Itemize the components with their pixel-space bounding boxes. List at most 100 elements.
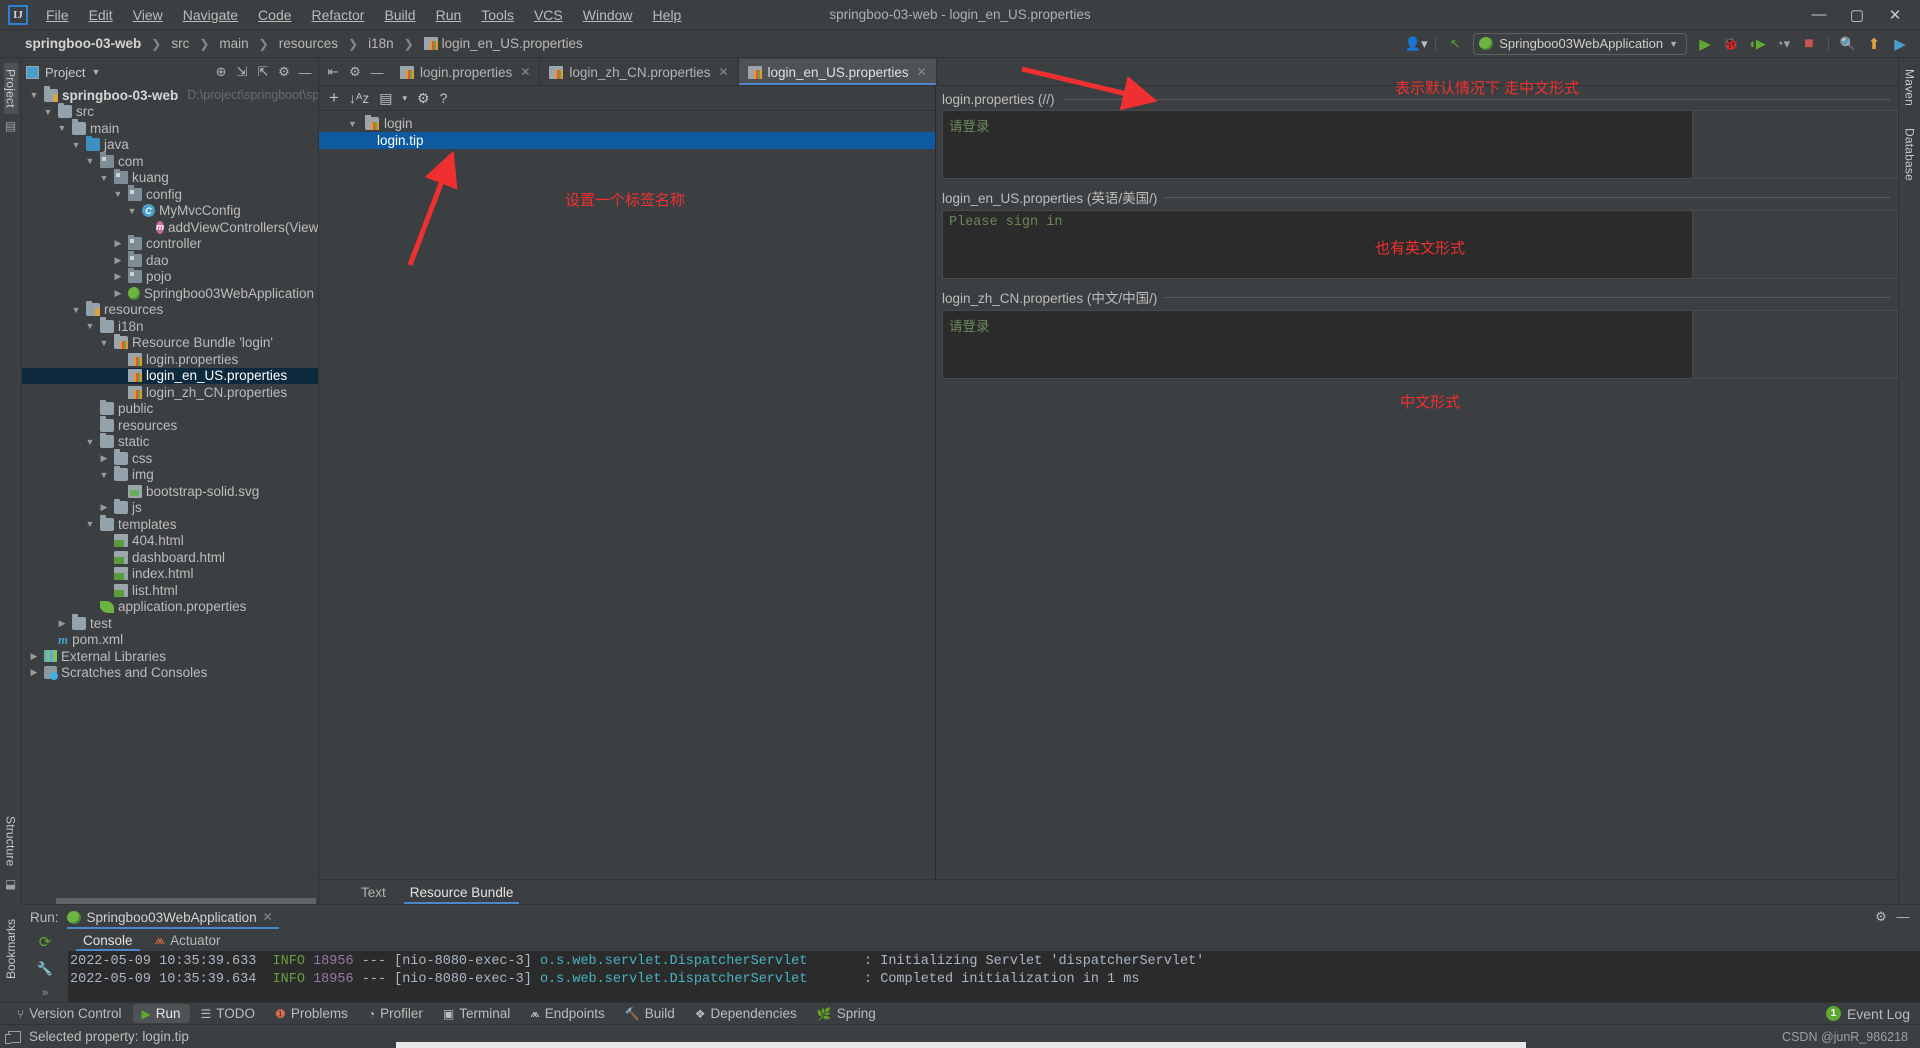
settings-icon[interactable]: ⚙ — [275, 64, 293, 80]
close-icon[interactable]: ✕ — [263, 910, 273, 924]
chevron-down-icon[interactable]: ▼ — [348, 119, 360, 129]
chevron-right-icon[interactable]: ▶ — [112, 255, 124, 266]
tree-row[interactable]: index.html — [22, 566, 318, 583]
chevron-down-icon[interactable]: ▼ — [126, 206, 138, 216]
settings-icon[interactable]: ⚙ — [345, 64, 365, 80]
tree-row[interactable]: list.html — [22, 582, 318, 599]
user-icon[interactable]: 👤▾ — [1404, 33, 1428, 55]
tree-row[interactable]: ▶ js — [22, 498, 318, 517]
minimize-button[interactable]: — — [1800, 1, 1838, 29]
tool-run[interactable]: ▶ Run — [132, 1004, 190, 1023]
tool-endpoints[interactable]: ⩕ Endpoints — [521, 1004, 614, 1023]
chevron-right-icon[interactable]: ▶ — [98, 502, 110, 513]
chevron-right-icon[interactable]: ▶ — [112, 288, 124, 299]
search-everywhere-icon[interactable]: 🔍 — [1836, 33, 1860, 55]
tool-version-control[interactable]: ⑂ Version Control — [8, 1004, 131, 1023]
tree-row[interactable]: ▼ static — [22, 432, 318, 451]
breadcrumb-item-resources[interactable]: resources — [276, 35, 341, 52]
chevron-down-icon[interactable]: ▼ — [91, 67, 100, 77]
bundle-tree-item-login-tip[interactable]: login.tip — [319, 132, 935, 149]
menu-view[interactable]: View — [123, 3, 173, 27]
chevron-down-icon[interactable]: ▼ — [70, 305, 82, 315]
bundle-key-tree[interactable]: ▼ login login.tip — [319, 111, 935, 149]
tree-row[interactable]: ▼ java — [22, 135, 318, 154]
chevron-down-icon[interactable]: ▼ — [84, 519, 96, 529]
tree-row[interactable]: ▶ test — [22, 614, 318, 632]
locale-value-box[interactable]: Please sign in — [942, 210, 1898, 279]
tree-row[interactable]: ▶ pojo — [22, 267, 318, 286]
sort-icon[interactable]: ↓ᴬz — [349, 90, 369, 106]
chevron-down-icon[interactable]: ▼ — [28, 90, 40, 100]
rail-bookmarks-button[interactable]: Bookmarks — [4, 919, 18, 979]
tree-row[interactable]: ▶ Scratches and Consoles — [22, 665, 318, 682]
tab-console[interactable]: Console — [72, 929, 144, 951]
tree-row[interactable]: ▼ main — [22, 119, 318, 137]
menu-vcs[interactable]: VCS — [524, 3, 573, 27]
close-icon[interactable]: ✕ — [520, 65, 530, 79]
collapse-icon[interactable]: ⇤ — [323, 64, 343, 80]
rail-maven-button[interactable]: Maven — [1903, 63, 1917, 112]
rail-structure-button[interactable]: Structure — [4, 810, 18, 873]
ide-assistant-icon[interactable]: ▶ — [1888, 33, 1912, 55]
tree-row[interactable]: ▼ kuang — [22, 168, 318, 187]
tree-row[interactable]: ▼ img — [22, 465, 318, 484]
menu-help[interactable]: Help — [643, 3, 692, 27]
tool-problems[interactable]: ❶ Problems — [266, 1004, 357, 1023]
add-property-icon[interactable]: + — [329, 88, 339, 108]
tool-profiler[interactable]: ◔ Profiler — [359, 1004, 432, 1023]
locale-value-text[interactable]: 请登录 — [943, 111, 1692, 178]
tool-todo[interactable]: ☰ TODO — [192, 1004, 265, 1023]
tool-build[interactable]: 🔨 Build — [616, 1004, 684, 1023]
tree-row[interactable]: ▼ src — [22, 102, 318, 121]
hide-icon[interactable]: — — [367, 65, 387, 80]
tree-row[interactable]: ▼ C MyMvcConfig — [22, 203, 318, 220]
close-icon[interactable]: ✕ — [718, 65, 728, 79]
rail-project-button[interactable]: Project — [3, 63, 18, 114]
tree-row[interactable]: login.properties — [22, 351, 318, 368]
chevron-right-icon[interactable]: » — [42, 987, 48, 999]
menu-navigate[interactable]: Navigate — [173, 3, 248, 27]
close-icon[interactable]: ✕ — [917, 65, 927, 79]
menu-run[interactable]: Run — [426, 3, 472, 27]
tree-row[interactable]: public — [22, 399, 318, 418]
chevron-down-icon[interactable]: ▼ — [56, 123, 68, 133]
chevron-down-icon[interactable]: ▼ — [98, 173, 110, 183]
tree-row[interactable]: login_zh_CN.properties — [22, 384, 318, 401]
tree-row[interactable]: ▶ controller — [22, 234, 318, 253]
close-button[interactable]: ✕ — [1876, 1, 1914, 29]
locate-icon[interactable]: ⊕ — [212, 64, 230, 80]
tree-row[interactable]: maddViewControllers(ViewContro — [22, 219, 318, 236]
tree-row[interactable]: ▶ dao — [22, 251, 318, 269]
settings-icon[interactable]: ⚙ — [1872, 909, 1890, 925]
locale-value-text[interactable]: 请登录 — [943, 311, 1692, 378]
tree-row[interactable]: dashboard.html — [22, 549, 318, 566]
breadcrumb-item-src[interactable]: src — [168, 35, 192, 52]
locale-value-text[interactable]: Please sign in — [943, 211, 1692, 278]
menu-window[interactable]: Window — [573, 3, 643, 27]
tree-row[interactable]: login_en_US.properties — [22, 367, 318, 384]
tree-row[interactable]: ▼ springboo-03-web D:\project\springboot\s… — [22, 86, 318, 104]
stop-icon[interactable]: ■ — [1797, 33, 1821, 55]
hide-icon[interactable]: — — [296, 65, 314, 80]
tab-login-properties[interactable]: login.properties ✕ — [391, 59, 541, 85]
tab-login-zh-cn-properties[interactable]: login_zh_CN.properties ✕ — [540, 59, 739, 85]
run-icon[interactable]: ▶ — [1693, 33, 1717, 55]
tool-terminal[interactable]: ▣ Terminal — [434, 1004, 519, 1023]
rail-database-button[interactable]: Database — [1903, 122, 1917, 187]
notifications-icon[interactable]: ⬆ — [1862, 33, 1886, 55]
tree-row[interactable]: ▼ templates — [22, 515, 318, 533]
tool-dependencies[interactable]: ❖ Dependencies — [686, 1004, 806, 1023]
debug-icon[interactable]: 🐞 — [1719, 33, 1743, 55]
tree-row[interactable]: resources — [22, 416, 318, 434]
tree-row[interactable]: application.properties — [22, 599, 318, 616]
breadcrumb-item-i18n[interactable]: i18n — [365, 35, 397, 52]
menu-build[interactable]: Build — [374, 3, 425, 27]
chevron-down-icon[interactable]: ▼ — [84, 156, 96, 166]
settings-icon[interactable]: ⚙ — [417, 90, 430, 107]
tree-row[interactable]: ▼ i18n — [22, 317, 318, 335]
chevron-right-icon[interactable]: ▶ — [28, 667, 40, 678]
run-configuration-selector[interactable]: Springboo03WebApplication ▼ — [1473, 32, 1687, 55]
update-project-icon[interactable]: ↖ — [1443, 33, 1467, 55]
wrench-icon[interactable]: 🔧 — [37, 961, 53, 977]
tree-row[interactable]: m pom.xml — [22, 632, 318, 649]
